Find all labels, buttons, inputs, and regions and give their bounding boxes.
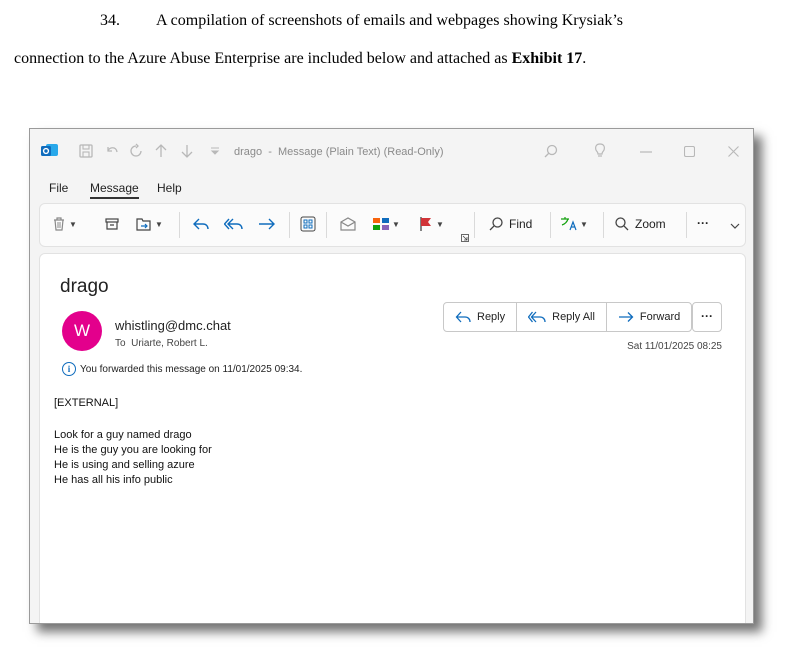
- archive-icon: [105, 218, 119, 230]
- redo-icon[interactable]: [128, 143, 144, 159]
- forwarded-infobar[interactable]: i You forwarded this message on 11/01/20…: [62, 362, 302, 376]
- apps-grid-icon: [300, 216, 316, 232]
- outlook-window: drago - Message (Plain Text) (Read-Only)…: [29, 128, 754, 624]
- move-button[interactable]: ▼: [135, 216, 163, 232]
- find-label: Find: [509, 217, 533, 231]
- outlook-icon: [41, 144, 58, 156]
- zoom-label: Zoom: [635, 217, 666, 231]
- customize-icon[interactable]: [210, 146, 220, 156]
- forward-label: Forward: [639, 311, 681, 323]
- expand-dialog-icon[interactable]: [461, 234, 469, 242]
- message-date: Sat 11/01/2025 08:25: [627, 341, 722, 352]
- reply-button[interactable]: Reply: [444, 303, 518, 331]
- forward-icon: [618, 312, 634, 322]
- move-icon: [136, 218, 151, 231]
- save-icon[interactable]: [78, 143, 94, 159]
- menu-help[interactable]: Help: [157, 181, 182, 195]
- envelope-icon: [340, 217, 356, 231]
- delete-button[interactable]: ▼: [51, 216, 77, 232]
- info-icon: i: [62, 362, 76, 376]
- sender-address[interactable]: whistling@dmc.chat: [115, 318, 231, 333]
- title-bar: drago - Message (Plain Text) (Read-Only): [30, 129, 753, 175]
- down-icon[interactable]: [180, 143, 194, 159]
- message-more-button[interactable]: ···: [692, 302, 722, 332]
- external-tag: [EXTERNAL]: [54, 397, 119, 409]
- maximize-icon[interactable]: [684, 146, 695, 157]
- find-button[interactable]: Find: [488, 216, 532, 232]
- menu-bar: File Message Help: [30, 175, 753, 201]
- chevron-down-icon[interactable]: [730, 222, 740, 230]
- lightbulb-icon[interactable]: [593, 143, 607, 159]
- undo-icon[interactable]: [104, 143, 120, 159]
- ribbon-divider: [474, 212, 475, 238]
- ribbon: ▼ ▼ ▼ ▼ Find ▼ Zoom ···: [39, 203, 746, 247]
- ribbon-divider: [550, 212, 551, 238]
- ribbon-divider: [326, 212, 327, 238]
- mark-read-button[interactable]: [339, 216, 357, 232]
- ribbon-divider: [289, 212, 290, 238]
- search-icon: [489, 217, 503, 231]
- message-body: [EXTERNAL] Look for a guy named drago He…: [54, 396, 212, 488]
- reply-icon: [193, 218, 209, 230]
- reading-pane: drago W whistling@dmc.chat To Uriarte, R…: [39, 253, 746, 623]
- chevron-down-icon[interactable]: ▼: [392, 220, 400, 229]
- reply-all-ribbon-button[interactable]: [224, 216, 244, 232]
- more-options-button[interactable]: ···: [697, 216, 709, 230]
- reply-icon: [455, 311, 471, 323]
- categorize-icon: [373, 218, 389, 230]
- chevron-down-icon[interactable]: ▼: [436, 220, 444, 229]
- translate-button[interactable]: ▼: [560, 216, 588, 232]
- reply-all-icon: [224, 218, 243, 230]
- forwarded-note: You forwarded this message on 11/01/2025…: [80, 363, 303, 375]
- window-title: drago - Message (Plain Text) (Read-Only): [234, 146, 444, 158]
- recipient-line: To Uriarte, Robert L.: [115, 338, 208, 349]
- to-prefix: To: [115, 338, 126, 349]
- body-line: He is using and selling azure: [54, 459, 195, 471]
- paragraph-end: .: [582, 50, 587, 67]
- delete-icon: [54, 217, 64, 231]
- paragraph-text-line-2: connection to the Azure Abuse Enterprise…: [14, 50, 512, 67]
- flag-button[interactable]: ▼: [418, 216, 444, 232]
- reply-all-label: Reply All: [552, 311, 595, 323]
- archive-button[interactable]: [104, 216, 120, 232]
- document-paragraph-line-1: 34. A compilation of screenshots of email…: [100, 12, 623, 30]
- translate-icon: [561, 217, 577, 231]
- document-paragraph-line-2: connection to the Azure Abuse Enterprise…: [14, 50, 586, 68]
- body-line: He has all his info public: [54, 474, 173, 486]
- reply-all-button[interactable]: Reply All: [517, 303, 607, 331]
- reply-label: Reply: [477, 311, 506, 323]
- categorize-button[interactable]: ▼: [372, 216, 400, 232]
- recipient-name[interactable]: Uriarte, Robert L.: [131, 338, 208, 349]
- exhibit-label: Exhibit 17: [511, 50, 583, 67]
- ribbon-divider: [686, 212, 687, 238]
- search-icon[interactable]: [543, 143, 559, 159]
- minimize-icon[interactable]: [640, 151, 652, 153]
- ribbon-divider: [179, 212, 180, 238]
- close-icon[interactable]: [728, 146, 739, 157]
- avatar[interactable]: W: [62, 311, 102, 351]
- chevron-down-icon[interactable]: ▼: [580, 220, 588, 229]
- message-action-bar: Reply Reply All Forward: [443, 302, 693, 332]
- menu-message[interactable]: Message: [90, 181, 139, 199]
- zoom-icon: [615, 217, 629, 231]
- zoom-button[interactable]: Zoom: [614, 216, 666, 232]
- menu-file[interactable]: File: [49, 181, 68, 195]
- body-line: He is the guy you are looking for: [54, 444, 212, 456]
- apps-button[interactable]: [300, 216, 316, 232]
- message-subject: drago: [60, 276, 109, 297]
- forward-icon: [259, 218, 275, 230]
- forward-button[interactable]: Forward: [607, 303, 691, 331]
- reply-ribbon-button[interactable]: [192, 216, 210, 232]
- chevron-down-icon[interactable]: ▼: [155, 220, 163, 229]
- chevron-down-icon[interactable]: ▼: [69, 220, 77, 229]
- reply-all-icon: [528, 311, 546, 323]
- up-icon[interactable]: [154, 143, 168, 159]
- paragraph-number: 34.: [100, 12, 120, 29]
- paragraph-text-line-1: A compilation of screenshots of emails a…: [156, 12, 624, 29]
- body-line: Look for a guy named drago: [54, 429, 192, 441]
- forward-ribbon-button[interactable]: [258, 216, 276, 232]
- ribbon-divider: [603, 212, 604, 238]
- flag-icon: [420, 217, 431, 231]
